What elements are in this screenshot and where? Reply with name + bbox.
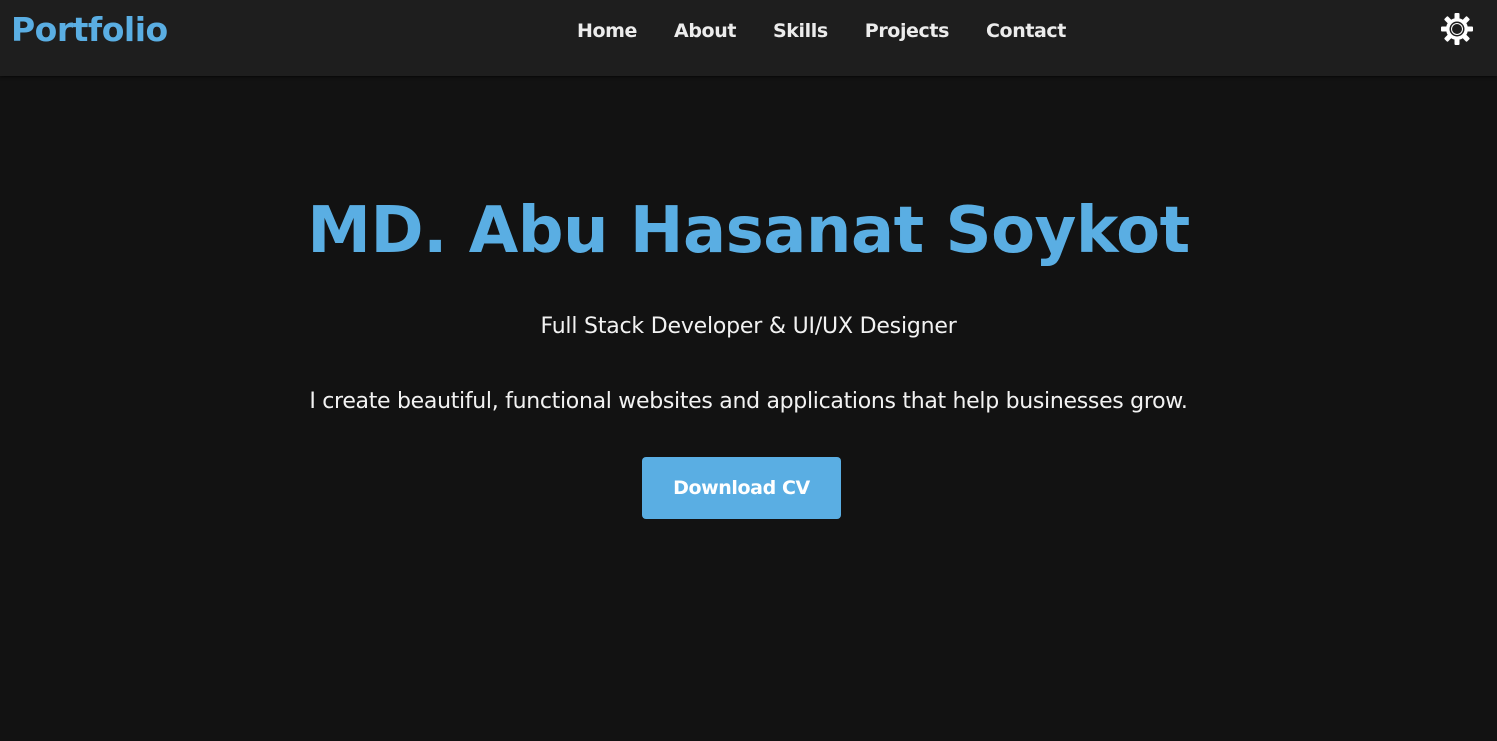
nav-link-projects[interactable]: Projects: [865, 17, 950, 45]
nav-item-about: About: [674, 17, 773, 45]
hero-section: MD. Abu Hasanat Soykot Full Stack Develo…: [0, 76, 1497, 741]
nav-item-home: Home: [577, 17, 674, 45]
hero-name: MD. Abu Hasanat Soykot: [307, 194, 1190, 268]
nav-link-home[interactable]: Home: [577, 17, 637, 45]
hero-tagline: I create beautiful, functional websites …: [309, 389, 1188, 414]
nav-links: Home About Skills Projects Contact: [577, 17, 1066, 45]
download-cv-button[interactable]: Download CV: [642, 457, 841, 519]
nav-link-about[interactable]: About: [674, 17, 736, 45]
brand-logo[interactable]: Portfolio: [11, 10, 168, 50]
nav-item-skills: Skills: [773, 17, 865, 45]
sun-icon: [1441, 13, 1473, 45]
nav-link-contact[interactable]: Contact: [986, 17, 1066, 45]
nav-item-contact: Contact: [986, 17, 1066, 45]
theme-toggle-button[interactable]: [1439, 11, 1475, 47]
nav-link-skills[interactable]: Skills: [773, 17, 828, 45]
hero-role: Full Stack Developer & UI/UX Designer: [540, 314, 957, 339]
nav-item-projects: Projects: [865, 17, 986, 45]
navbar: Portfolio Home About Skills Projects Con…: [0, 0, 1497, 76]
